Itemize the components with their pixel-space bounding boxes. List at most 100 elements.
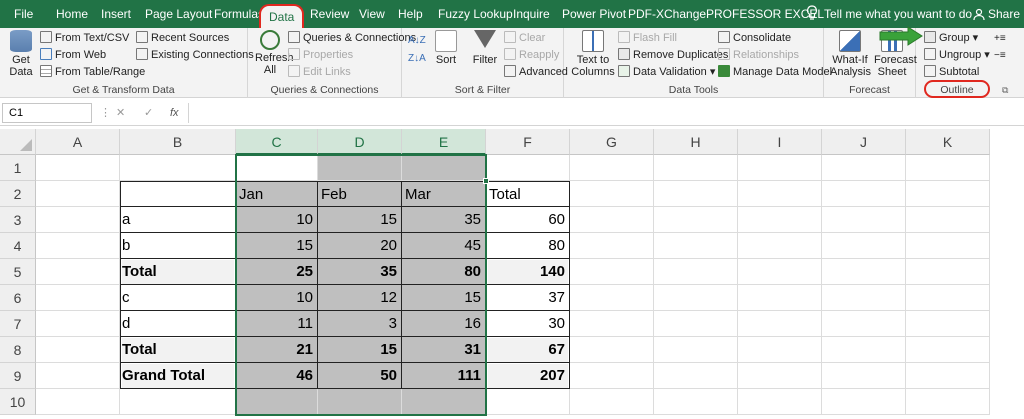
tab-pdf-xchange[interactable]: PDF-XChange (628, 0, 706, 28)
grid-cell[interactable] (120, 181, 236, 207)
grid-cell[interactable] (318, 389, 402, 415)
grid-cell[interactable] (822, 389, 906, 415)
column-header-d[interactable]: D (318, 129, 402, 155)
grid-cell[interactable] (906, 389, 990, 415)
grid-cell[interactable] (654, 363, 738, 389)
grid-cell[interactable] (120, 389, 236, 415)
tab-fuzzy-lookup[interactable]: Fuzzy Lookup (438, 0, 513, 28)
tab-file[interactable]: File (14, 0, 33, 28)
grid-cell[interactable] (654, 181, 738, 207)
grid-cell[interactable] (570, 311, 654, 337)
tab-formulas[interactable]: Formulas (214, 0, 264, 28)
recent-sources-button[interactable]: Recent Sources (136, 30, 229, 47)
grid-cell[interactable] (906, 181, 990, 207)
column-header-i[interactable]: I (738, 129, 822, 155)
tab-help[interactable]: Help (398, 0, 423, 28)
grid-cell[interactable] (570, 181, 654, 207)
tab-view[interactable]: View (359, 0, 385, 28)
grid-cell[interactable] (822, 337, 906, 363)
flash-fill-button[interactable]: Flash Fill (618, 30, 677, 47)
grid-cell[interactable] (654, 311, 738, 337)
relationships-button[interactable]: Relationships (718, 47, 799, 64)
grid-cell[interactable] (486, 155, 570, 181)
column-header-g[interactable]: G (570, 129, 654, 155)
edit-links-button[interactable]: Edit Links (288, 64, 351, 81)
tab-insert[interactable]: Insert (101, 0, 131, 28)
grid-cell[interactable] (570, 337, 654, 363)
grid-cell[interactable] (738, 285, 822, 311)
row-header-2[interactable]: 2 (0, 181, 36, 207)
tab-power-pivot[interactable]: Power Pivot (562, 0, 626, 28)
grid-cell[interactable] (36, 337, 120, 363)
grid-cell[interactable] (738, 207, 822, 233)
from-table-range-button[interactable]: From Table/Range (40, 64, 145, 81)
manage-data-model-button[interactable]: Manage Data Model (718, 64, 832, 81)
grid-cell[interactable] (822, 259, 906, 285)
remove-duplicates-button[interactable]: Remove Duplicates (618, 47, 728, 64)
sort-az-button[interactable]: A↓Z (408, 32, 426, 49)
ungroup-button[interactable]: Ungroup ▾ (924, 47, 990, 64)
column-header-k[interactable]: K (906, 129, 990, 155)
row-header-4[interactable]: 4 (0, 233, 36, 259)
confirm-icon[interactable]: ✓ (144, 103, 153, 123)
grid-cell[interactable] (822, 311, 906, 337)
reapply-button[interactable]: Reapply (504, 47, 559, 64)
grid-cell[interactable] (906, 285, 990, 311)
grid-cell[interactable] (906, 155, 990, 181)
row-header-3[interactable]: 3 (0, 207, 36, 233)
grid-cell[interactable] (36, 389, 120, 415)
grid-cell[interactable] (570, 285, 654, 311)
grid-cell[interactable] (36, 259, 120, 285)
name-box[interactable]: C1 (2, 103, 92, 123)
column-header-e[interactable]: E (402, 129, 486, 155)
grid-cell[interactable] (738, 311, 822, 337)
what-if-analysis-button[interactable]: What-If Analysis (830, 30, 871, 78)
grid-cell[interactable] (822, 207, 906, 233)
row-header-8[interactable]: 8 (0, 337, 36, 363)
grid-cell[interactable] (738, 233, 822, 259)
outline-settings-launcher[interactable]: ⧉ (1002, 82, 1008, 99)
grid-cell[interactable] (822, 285, 906, 311)
grid-cell[interactable] (486, 389, 570, 415)
text-to-columns-button[interactable]: Text to Columns (570, 30, 616, 78)
row-header-10[interactable]: 10 (0, 389, 36, 415)
grid-cell[interactable] (906, 207, 990, 233)
grid-cell[interactable] (236, 155, 318, 181)
column-header-h[interactable]: H (654, 129, 738, 155)
grid-cell[interactable] (570, 259, 654, 285)
clear-button[interactable]: Clear (504, 30, 545, 47)
grid-cell[interactable] (738, 337, 822, 363)
grid-cell[interactable] (906, 363, 990, 389)
subtotal-button[interactable]: Subtotal (924, 64, 979, 81)
grid-cell[interactable] (236, 389, 318, 415)
grid-cell[interactable] (654, 389, 738, 415)
grid-cell[interactable] (36, 233, 120, 259)
grid-cell[interactable] (570, 207, 654, 233)
grid-cell[interactable] (36, 311, 120, 337)
grid-cell[interactable] (570, 363, 654, 389)
grid-cell[interactable] (402, 155, 486, 181)
group-button[interactable]: Group ▾ (924, 30, 978, 47)
grid-cell[interactable] (570, 233, 654, 259)
fx-icon[interactable]: fx (170, 103, 179, 123)
grid-cell[interactable] (654, 259, 738, 285)
grid-cell[interactable] (906, 259, 990, 285)
grid-cell[interactable] (822, 181, 906, 207)
grid-cell[interactable] (654, 207, 738, 233)
grid-cell[interactable] (36, 285, 120, 311)
get-data-button[interactable]: Get Data (6, 30, 36, 78)
tab-data[interactable]: Data (259, 4, 305, 28)
row-header-9[interactable]: 9 (0, 363, 36, 389)
grid-cell[interactable] (738, 363, 822, 389)
tell-me-box[interactable]: Tell me what you want to do (824, 0, 972, 28)
data-validation-button[interactable]: Data Validation ▾ (618, 64, 715, 81)
grid-cell[interactable] (906, 311, 990, 337)
grid-cell[interactable] (654, 337, 738, 363)
grid-cell[interactable] (120, 155, 236, 181)
grid-cell[interactable] (318, 155, 402, 181)
advanced-button[interactable]: Advanced (504, 64, 568, 81)
column-header-b[interactable]: B (120, 129, 236, 155)
from-web-button[interactable]: From Web (40, 47, 106, 64)
tab-inquire[interactable]: Inquire (513, 0, 550, 28)
refresh-all-button[interactable]: Refresh All (252, 30, 294, 76)
